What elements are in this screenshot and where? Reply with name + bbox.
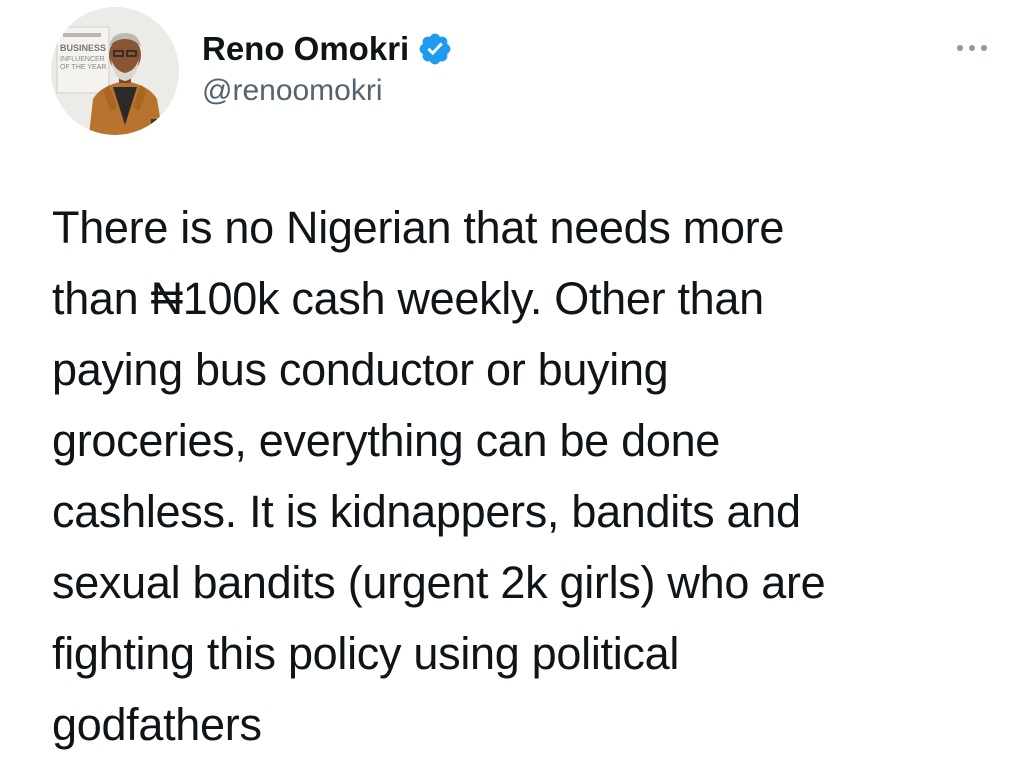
avatar[interactable]: BUSINESS INFLUENCER OF THE YEAR RENO [51,7,179,135]
tweet-card: BUSINESS INFLUENCER OF THE YEAR RENO Ren [0,0,1024,750]
avatar-backdrop-line-1: BUSINESS [60,43,106,53]
avatar-backdrop-line-2: INFLUENCER [60,56,105,63]
tweet-text: There is no Nigerian that needs more tha… [52,202,826,750]
avatar-badge-text: RENO [153,124,174,131]
avatar-backdrop-line-3: OF THE YEAR [60,64,106,71]
display-name[interactable]: Reno Omokri [202,30,409,68]
tweet-header: Reno Omokri @renoomokri [202,28,453,108]
user-handle[interactable]: @renoomokri [202,74,453,108]
avatar-photo: BUSINESS INFLUENCER OF THE YEAR RENO [51,7,179,135]
verified-badge-icon [417,31,453,67]
more-options-icon[interactable] [952,38,992,58]
name-row: Reno Omokri [202,28,453,70]
